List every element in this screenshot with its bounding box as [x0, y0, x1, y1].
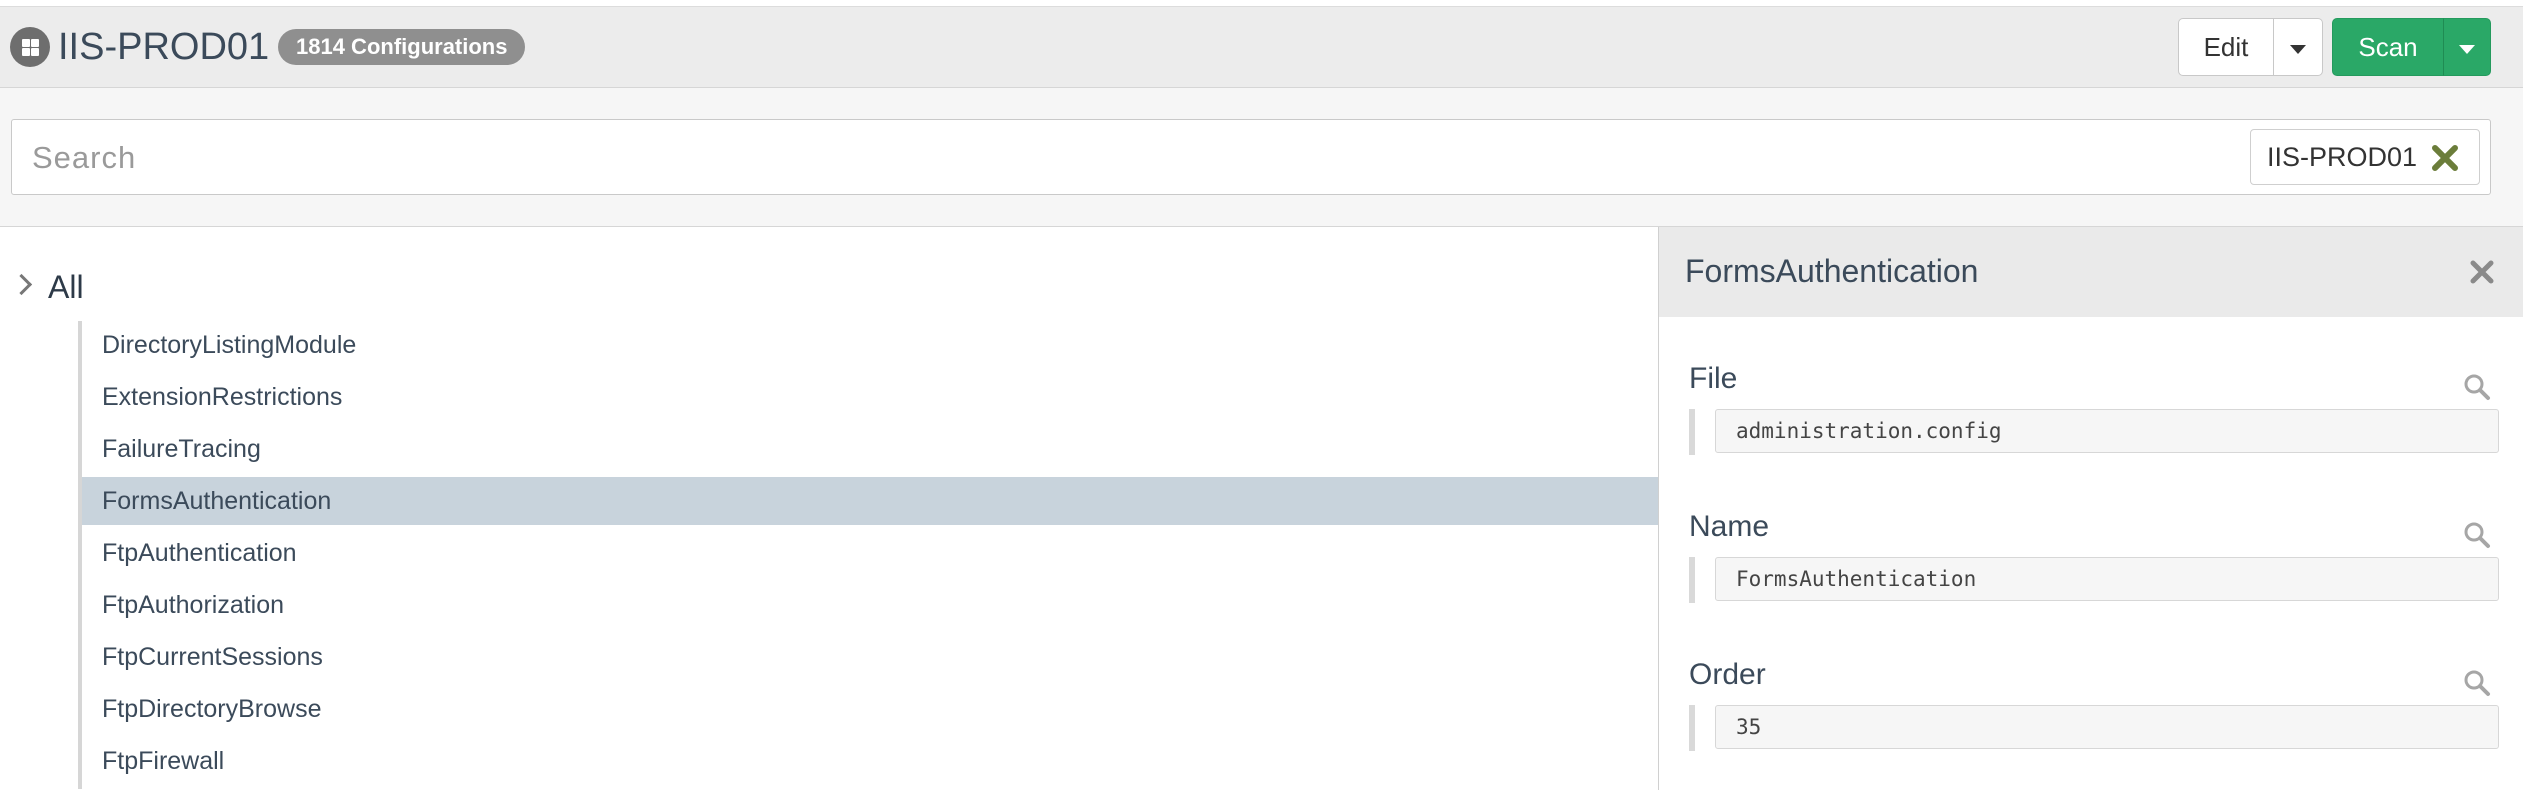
tree-item[interactable]: FtpAuthorization — [82, 581, 1662, 629]
top-border — [0, 0, 2523, 7]
chevron-right-icon[interactable] — [10, 273, 33, 296]
caret-down-icon — [2290, 44, 2306, 54]
scan-button[interactable]: Scan — [2332, 18, 2444, 76]
tree-item[interactable]: DirectoryListingModule — [82, 321, 1662, 369]
close-icon[interactable] — [2467, 257, 2497, 287]
tree-item-selected[interactable]: FormsAuthentication — [82, 477, 1662, 525]
tree-item[interactable]: FailureTracing — [82, 425, 1662, 473]
search-input[interactable] — [20, 124, 2234, 192]
field-value[interactable]: administration.config — [1715, 409, 2499, 453]
filter-tag: IIS-PROD01 — [2250, 129, 2480, 185]
tree-list: DirectoryListingModule ExtensionRestrict… — [78, 321, 1662, 789]
configurations-count-badge: 1814 Configurations — [278, 29, 526, 65]
field-value[interactable]: FormsAuthentication — [1715, 557, 2499, 601]
detail-title: FormsAuthentication — [1685, 253, 1979, 289]
tree-item[interactable]: FtpAuthentication — [82, 529, 1662, 577]
field-label: Order — [1689, 658, 1766, 691]
tree-item[interactable]: FtpCurrentSessions — [82, 633, 1662, 681]
field-label: File — [1689, 362, 1738, 395]
tree-item[interactable]: ExtensionRestrictions — [82, 373, 1662, 421]
search-icon[interactable] — [2463, 521, 2491, 549]
tree-item[interactable]: FtpDirectoryBrowse — [82, 685, 1662, 733]
scan-dropdown-toggle[interactable] — [2443, 18, 2491, 76]
edit-dropdown-toggle[interactable] — [2273, 18, 2323, 76]
detail-panel: FormsAuthentication File administration.… — [1658, 227, 2523, 790]
field-value[interactable]: 35 — [1715, 705, 2499, 749]
tree-root-label: All — [48, 269, 84, 305]
search-box: IIS-PROD01 — [11, 119, 2491, 195]
edit-button[interactable]: Edit — [2178, 18, 2274, 76]
filter-tag-label: IIS-PROD01 — [2267, 142, 2418, 172]
windows-host-icon — [10, 27, 50, 67]
tree-item[interactable]: FtpFirewall — [82, 737, 1662, 785]
search-area: IIS-PROD01 — [0, 88, 2523, 227]
configuration-tree: All DirectoryListingModule ExtensionRest… — [0, 227, 1662, 790]
close-x-icon[interactable] — [2429, 142, 2461, 174]
search-icon[interactable] — [2463, 669, 2491, 697]
detail-header: FormsAuthentication — [1659, 227, 2523, 317]
caret-down-icon — [2459, 44, 2475, 54]
search-icon[interactable] — [2463, 373, 2491, 401]
page-header: IIS-PROD01 1814 Configurations Edit Scan — [0, 7, 2523, 88]
page-title: IIS-PROD01 — [58, 26, 270, 68]
field-label: Name — [1689, 510, 1770, 543]
